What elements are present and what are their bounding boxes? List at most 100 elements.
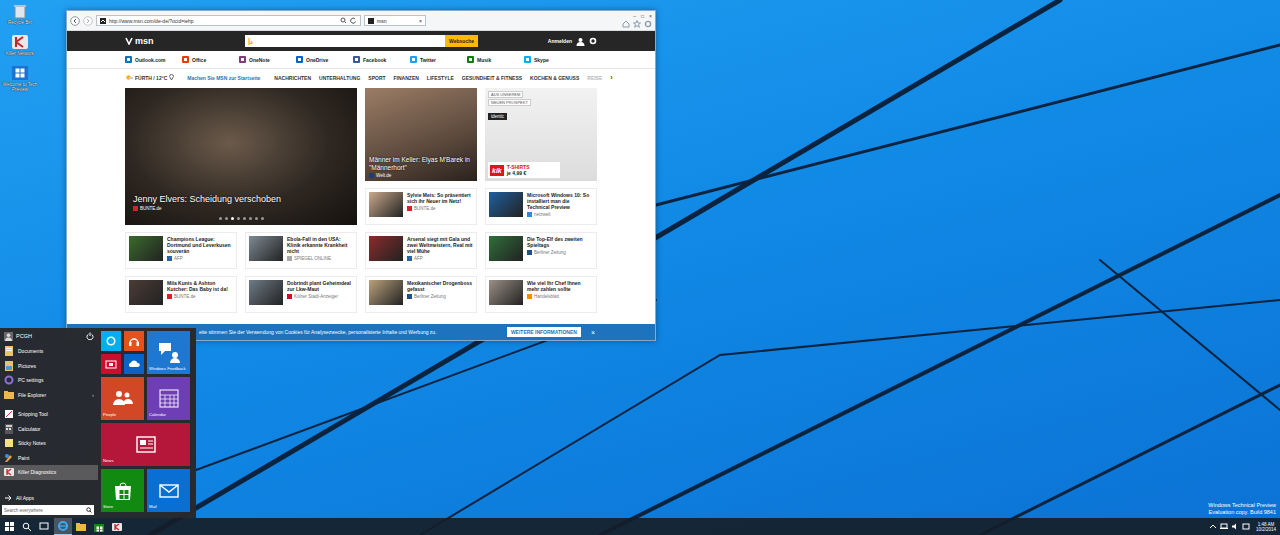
story-card[interactable]: Ebola-Fall in den USA: Klinik erkannte K… <box>245 232 357 269</box>
service-link-label[interactable]: Twitter <box>420 57 436 63</box>
msn-logo-text[interactable]: msn <box>135 36 154 46</box>
category-link[interactable]: SPORT <box>368 75 385 81</box>
web-search-box[interactable]: Websuche <box>245 35 478 47</box>
live-tile[interactable]: Mail <box>147 469 190 512</box>
web-search-button[interactable]: Websuche <box>445 35 478 47</box>
web-search-field[interactable] <box>245 38 445 45</box>
service-link-label[interactable]: OneDrive <box>306 57 328 63</box>
live-tile[interactable] <box>101 354 121 374</box>
story-card[interactable]: Dobrindt plant Geheimdeal zur Lkw-MautKö… <box>245 276 357 313</box>
category-link[interactable]: UNTERHALTUNG <box>319 75 360 81</box>
story-title[interactable]: Dobrindt plant Geheimdeal zur Lkw-Maut <box>287 280 353 292</box>
service-link-label[interactable]: Skype <box>534 57 549 63</box>
cookie-close-button[interactable]: × <box>591 329 595 336</box>
live-tile[interactable] <box>124 354 144 374</box>
carousel-dot[interactable] <box>243 217 246 220</box>
tile-label[interactable]: Mail <box>149 505 188 510</box>
category-link[interactable]: REISE <box>587 75 602 81</box>
story-card[interactable]: Champions League: Dortmund und Leverkuse… <box>125 232 237 269</box>
start-menu-item[interactable]: Snipping Tool <box>0 407 98 422</box>
weather[interactable]: FÜRTH / 12°C <box>125 74 174 81</box>
search-button[interactable] <box>18 518 36 535</box>
story-card[interactable]: Sylvie Meis: So präsentiert sich ihr Neu… <box>365 188 477 225</box>
clock-time[interactable]: 1:48 AM <box>1258 522 1275 527</box>
feature-story[interactable]: Männer im Keller: Elyas M'Barek in "Männ… <box>365 88 477 181</box>
address-text[interactable]: http://www.msn.com/de-de/?ocid=iehp <box>109 18 337 24</box>
feature-title[interactable]: Männer im Keller: Elyas M'Barek in "Männ… <box>369 156 473 171</box>
service-link-label[interactable]: Musik <box>477 57 491 63</box>
service-link[interactable]: Skype <box>524 56 578 63</box>
start-menu-item-label[interactable]: Killer Diagnostics <box>18 469 56 475</box>
story-card[interactable]: Microsoft Windows 10: So installiert man… <box>485 188 597 225</box>
weather-text[interactable]: FÜRTH / 12°C <box>135 75 167 81</box>
service-link-label[interactable]: Outlook.com <box>135 57 166 63</box>
carousel-dot[interactable] <box>261 217 264 220</box>
hero-story[interactable]: Jenny Elvers: Scheidung verschobenBUNTE.… <box>125 88 357 225</box>
taskbar-app[interactable] <box>54 518 72 535</box>
start-menu-item-label[interactable]: Sticky Notes <box>18 440 46 446</box>
service-link[interactable]: OneNote <box>239 56 293 63</box>
category-link[interactable]: GESUNDHEIT & FITNESS <box>462 75 522 81</box>
story-card[interactable]: Mila Kunis & Ashton Kutcher: Das Baby is… <box>125 276 237 313</box>
carousel-dot[interactable] <box>255 217 258 220</box>
story-title[interactable]: Microsoft Windows 10: So installiert man… <box>527 192 593 210</box>
maximize-button[interactable]: □ <box>641 13 644 19</box>
address-bar[interactable]: http://www.msn.com/de-de/?ocid=iehp <box>96 15 361 26</box>
start-menu-item[interactable]: Calculator <box>0 422 98 437</box>
service-link-label[interactable]: Office <box>192 57 206 63</box>
desktop-icon-label[interactable]: Welcome to Tech Preview <box>2 82 38 92</box>
start-menu-item[interactable]: Paint <box>0 451 98 466</box>
tile-label[interactable]: News <box>103 459 188 464</box>
advertisement[interactable]: AUS UNSEREMNEUEN PROSPEKTidentickikT-SHI… <box>485 88 597 181</box>
msn-logo[interactable]: msn <box>125 36 160 46</box>
category-link[interactable]: NACHRICHTEN <box>274 75 311 81</box>
story-title[interactable]: Mila Kunis & Ashton Kutcher: Das Baby is… <box>167 280 233 292</box>
carousel-dot[interactable] <box>249 217 252 220</box>
service-link-label[interactable]: Facebook <box>363 57 386 63</box>
clock[interactable]: 1:48 AM10/2/2014 <box>1256 522 1276 532</box>
carousel-dot[interactable] <box>231 217 234 220</box>
live-tile[interactable] <box>101 331 121 351</box>
start-menu-item-label[interactable]: Pictures <box>18 363 36 369</box>
start-menu-item[interactable]: File Explorer› <box>0 388 98 403</box>
carousel-dot[interactable] <box>225 217 228 220</box>
live-tile[interactable]: Windows Feedback <box>147 331 190 374</box>
story-title[interactable]: Arsenal siegt mit Gala und zwei Weltmeis… <box>407 236 473 254</box>
service-link[interactable]: Facebook <box>353 56 407 63</box>
service-link-label[interactable]: OneNote <box>249 57 270 63</box>
desktop-icon-label[interactable]: Killer Network <box>6 51 34 56</box>
story-title[interactable]: Wie viel Ihr Chef Ihnen mehr zahlen soll… <box>527 280 593 292</box>
clock-date[interactable]: 10/2/2014 <box>1256 527 1276 532</box>
service-link[interactable]: Office <box>182 56 236 63</box>
start-menu-item[interactable]: Documents <box>0 344 98 359</box>
story-title[interactable]: Ebola-Fall in den USA: Klinik erkannte K… <box>287 236 353 254</box>
tile-label[interactable]: Windows Feedback <box>149 367 188 372</box>
minimize-button[interactable]: – <box>633 13 636 19</box>
start-search-field[interactable] <box>4 508 86 513</box>
more-info-button[interactable]: WEITERE INFORMATIONEN <box>507 327 581 337</box>
taskbar-app[interactable] <box>72 518 90 535</box>
start-menu-item-label[interactable]: Documents <box>18 348 43 354</box>
desktop-icon[interactable]: Killer Network <box>2 34 38 56</box>
user-name[interactable]: PCGH <box>16 333 32 339</box>
live-tile[interactable]: Store <box>101 469 144 512</box>
live-tile[interactable]: People <box>101 377 144 420</box>
taskbar-app[interactable] <box>90 518 108 535</box>
start-menu-item[interactable]: Sticky Notes <box>0 436 98 451</box>
signin-link[interactable]: Anmelden <box>548 38 572 44</box>
start-menu-item[interactable]: Killer Diagnostics <box>0 465 98 480</box>
service-link[interactable]: OneDrive <box>296 56 350 63</box>
all-apps-button[interactable]: All Apps <box>0 491 98 504</box>
desktop-icon[interactable]: Welcome to Tech Preview <box>2 65 38 92</box>
story-title[interactable]: Champions League: Dortmund und Leverkuse… <box>167 236 233 254</box>
service-link[interactable]: Musik <box>467 56 521 63</box>
tile-label[interactable]: Calendar <box>149 413 188 418</box>
story-card[interactable]: Die Top-Elf des zweiten SpieltagsBerline… <box>485 232 597 269</box>
service-link[interactable]: Outlook.com <box>125 56 179 63</box>
tab-title[interactable]: msn <box>377 18 416 24</box>
story-card[interactable]: Arsenal siegt mit Gala und zwei Weltmeis… <box>365 232 477 269</box>
start-menu-item[interactable]: PC settings <box>0 373 98 388</box>
story-title[interactable]: Sylvie Meis: So präsentiert sich ihr Neu… <box>407 192 473 204</box>
desktop-icon[interactable]: Recycle Bin <box>2 3 38 25</box>
tile-label[interactable]: Store <box>103 505 142 510</box>
